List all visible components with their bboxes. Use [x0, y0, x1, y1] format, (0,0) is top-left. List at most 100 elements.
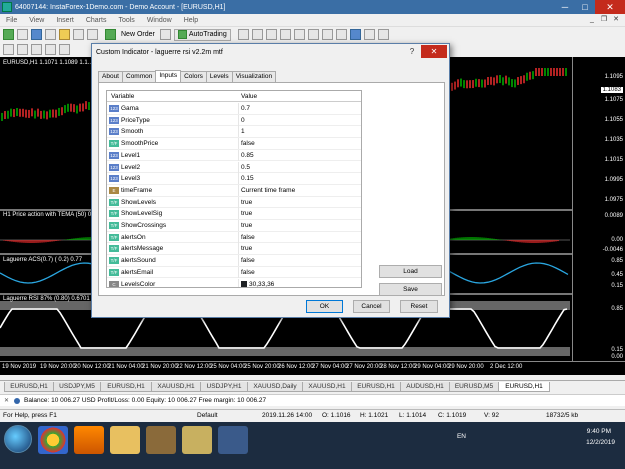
- input-row-level2[interactable]: 123 Level2 0.5: [107, 161, 361, 174]
- tester-icon[interactable]: [87, 29, 98, 40]
- dialog-close-button[interactable]: ✕: [421, 45, 447, 58]
- chrome-icon[interactable]: [38, 426, 68, 454]
- market-watch-icon[interactable]: [31, 29, 42, 40]
- menu-help[interactable]: Help: [178, 17, 204, 24]
- input-row-alertsemail[interactable]: T/F alertsEmail false: [107, 266, 361, 279]
- input-row-gama[interactable]: 123 Gama 0.7: [107, 103, 361, 115]
- chart-shift-icon[interactable]: [321, 29, 333, 40]
- chart-tab[interactable]: XAUUSD,H1: [151, 382, 201, 392]
- maximize-button[interactable]: □: [575, 0, 595, 14]
- input-row-alertssound[interactable]: T/F alertsSound false: [107, 255, 361, 267]
- vertical-line-icon[interactable]: [31, 44, 42, 55]
- app-icon[interactable]: [182, 426, 212, 454]
- input-row-showcrossings[interactable]: T/F ShowCrossings true: [107, 220, 361, 232]
- vlc-icon[interactable]: [74, 426, 104, 454]
- metatrader-icon[interactable]: [218, 426, 248, 454]
- input-value[interactable]: false: [241, 269, 255, 276]
- line-chart-icon[interactable]: [265, 29, 277, 40]
- chart-tab[interactable]: XAUUSD,Daily: [247, 382, 303, 392]
- tab-colors[interactable]: Colors: [180, 71, 207, 82]
- menu-tools[interactable]: Tools: [112, 17, 140, 24]
- crosshair-icon[interactable]: [17, 44, 28, 55]
- input-value[interactable]: 0.5: [241, 164, 250, 171]
- tray-time[interactable]: 9:40 PM: [587, 428, 611, 435]
- input-value[interactable]: 0.15: [241, 175, 254, 182]
- input-value[interactable]: 0.85: [241, 152, 254, 159]
- ok-button[interactable]: OK: [306, 300, 343, 313]
- chart-tab-active[interactable]: EURUSD,H1: [498, 382, 550, 392]
- input-row-alertson[interactable]: T/F alertsOn false: [107, 231, 361, 244]
- dialog-help-button[interactable]: ?: [405, 46, 419, 58]
- input-row-alertsmessage[interactable]: T/F alertsMessage true: [107, 243, 361, 256]
- indicators-icon[interactable]: [349, 29, 361, 40]
- input-value[interactable]: 0: [241, 117, 245, 124]
- load-button[interactable]: Load: [379, 265, 442, 278]
- chart-tab[interactable]: EURUSD,M5: [449, 382, 499, 392]
- profiles-icon[interactable]: [17, 29, 28, 40]
- start-button[interactable]: [4, 425, 32, 453]
- chart-tab[interactable]: AUDUSD,H1: [400, 382, 450, 392]
- input-row-level3[interactable]: 123 Level3 0.15: [107, 173, 361, 185]
- mdi-restore-button[interactable]: ❐: [599, 15, 609, 25]
- chart-tab[interactable]: EURUSD,H1: [4, 382, 54, 392]
- mdi-minimize-button[interactable]: _: [587, 15, 597, 25]
- metaeditor-icon[interactable]: [159, 29, 171, 40]
- mdi-close-button[interactable]: ✕: [611, 15, 621, 25]
- terminal-icon[interactable]: [73, 29, 84, 40]
- tile-windows-icon[interactable]: [307, 29, 319, 40]
- input-value[interactable]: true: [241, 222, 252, 229]
- input-value[interactable]: 0.7: [241, 105, 250, 112]
- data-window-icon[interactable]: [45, 29, 56, 40]
- input-value[interactable]: 30,33,36: [241, 281, 274, 287]
- input-value[interactable]: false: [241, 140, 255, 147]
- input-value[interactable]: 1: [241, 128, 245, 135]
- new-order-button[interactable]: New Order: [119, 31, 157, 38]
- input-row-levelscolor[interactable]: C LevelsColor 30,33,36: [107, 278, 361, 287]
- language-indicator[interactable]: EN: [457, 433, 466, 440]
- menu-charts[interactable]: Charts: [80, 17, 113, 24]
- input-value[interactable]: true: [241, 199, 252, 206]
- candlestick-icon[interactable]: [251, 29, 263, 40]
- input-row-timeframe[interactable]: EtimeFrame Current time frame: [107, 184, 361, 197]
- input-value[interactable]: Current time frame: [241, 187, 295, 194]
- autoscroll-icon[interactable]: [335, 29, 347, 40]
- terminal-close-button[interactable]: ✕: [4, 397, 10, 405]
- menu-window[interactable]: Window: [141, 17, 178, 24]
- tab-common[interactable]: Common: [122, 71, 157, 82]
- input-row-smoothprice[interactable]: T/F SmoothPrice false: [107, 138, 361, 150]
- input-value[interactable]: false: [241, 234, 255, 241]
- horizontal-line-icon[interactable]: [45, 44, 56, 55]
- close-button[interactable]: ✕: [595, 0, 625, 14]
- menu-file[interactable]: File: [0, 17, 23, 24]
- file-explorer-icon[interactable]: [110, 426, 140, 454]
- minimize-button[interactable]: ─: [555, 0, 575, 14]
- save-button[interactable]: Save: [379, 283, 442, 296]
- input-row-showlevels[interactable]: T/F ShowLevels true: [107, 196, 361, 209]
- periods-icon[interactable]: [363, 29, 375, 40]
- navigator-icon[interactable]: [59, 29, 70, 40]
- trendline-icon[interactable]: [59, 44, 70, 55]
- input-row-level1[interactable]: 123 Level1 0.85: [107, 149, 361, 162]
- input-value[interactable]: true: [241, 210, 252, 217]
- new-chart-icon[interactable]: [3, 29, 14, 40]
- input-row-pricetype[interactable]: 123 PriceType 0: [107, 114, 361, 127]
- chart-tab[interactable]: USDJPY,H1: [200, 382, 248, 392]
- input-value[interactable]: false: [241, 257, 255, 264]
- tab-about[interactable]: About: [98, 71, 123, 82]
- cancel-button[interactable]: Cancel: [353, 300, 390, 313]
- tab-levels[interactable]: Levels: [205, 71, 233, 82]
- zoom-in-icon[interactable]: [279, 29, 291, 40]
- zoom-out-icon[interactable]: [293, 29, 305, 40]
- chart-tab[interactable]: XAUUSD,H1: [302, 382, 352, 392]
- bar-chart-icon[interactable]: [237, 29, 249, 40]
- cursor-icon[interactable]: [3, 44, 14, 55]
- archive-app-icon[interactable]: [146, 426, 176, 454]
- input-row-smooth[interactable]: 123 Smooth 1: [107, 126, 361, 139]
- tray-date[interactable]: 12/2/2019: [586, 439, 615, 446]
- tab-visualization[interactable]: Visualization: [231, 71, 277, 82]
- tab-inputs[interactable]: Inputs: [155, 70, 182, 82]
- autotrading-button[interactable]: AutoTrading: [173, 28, 231, 41]
- templates-icon[interactable]: [377, 29, 389, 40]
- new-order-icon[interactable]: [105, 29, 116, 40]
- reset-button[interactable]: Reset: [400, 300, 438, 313]
